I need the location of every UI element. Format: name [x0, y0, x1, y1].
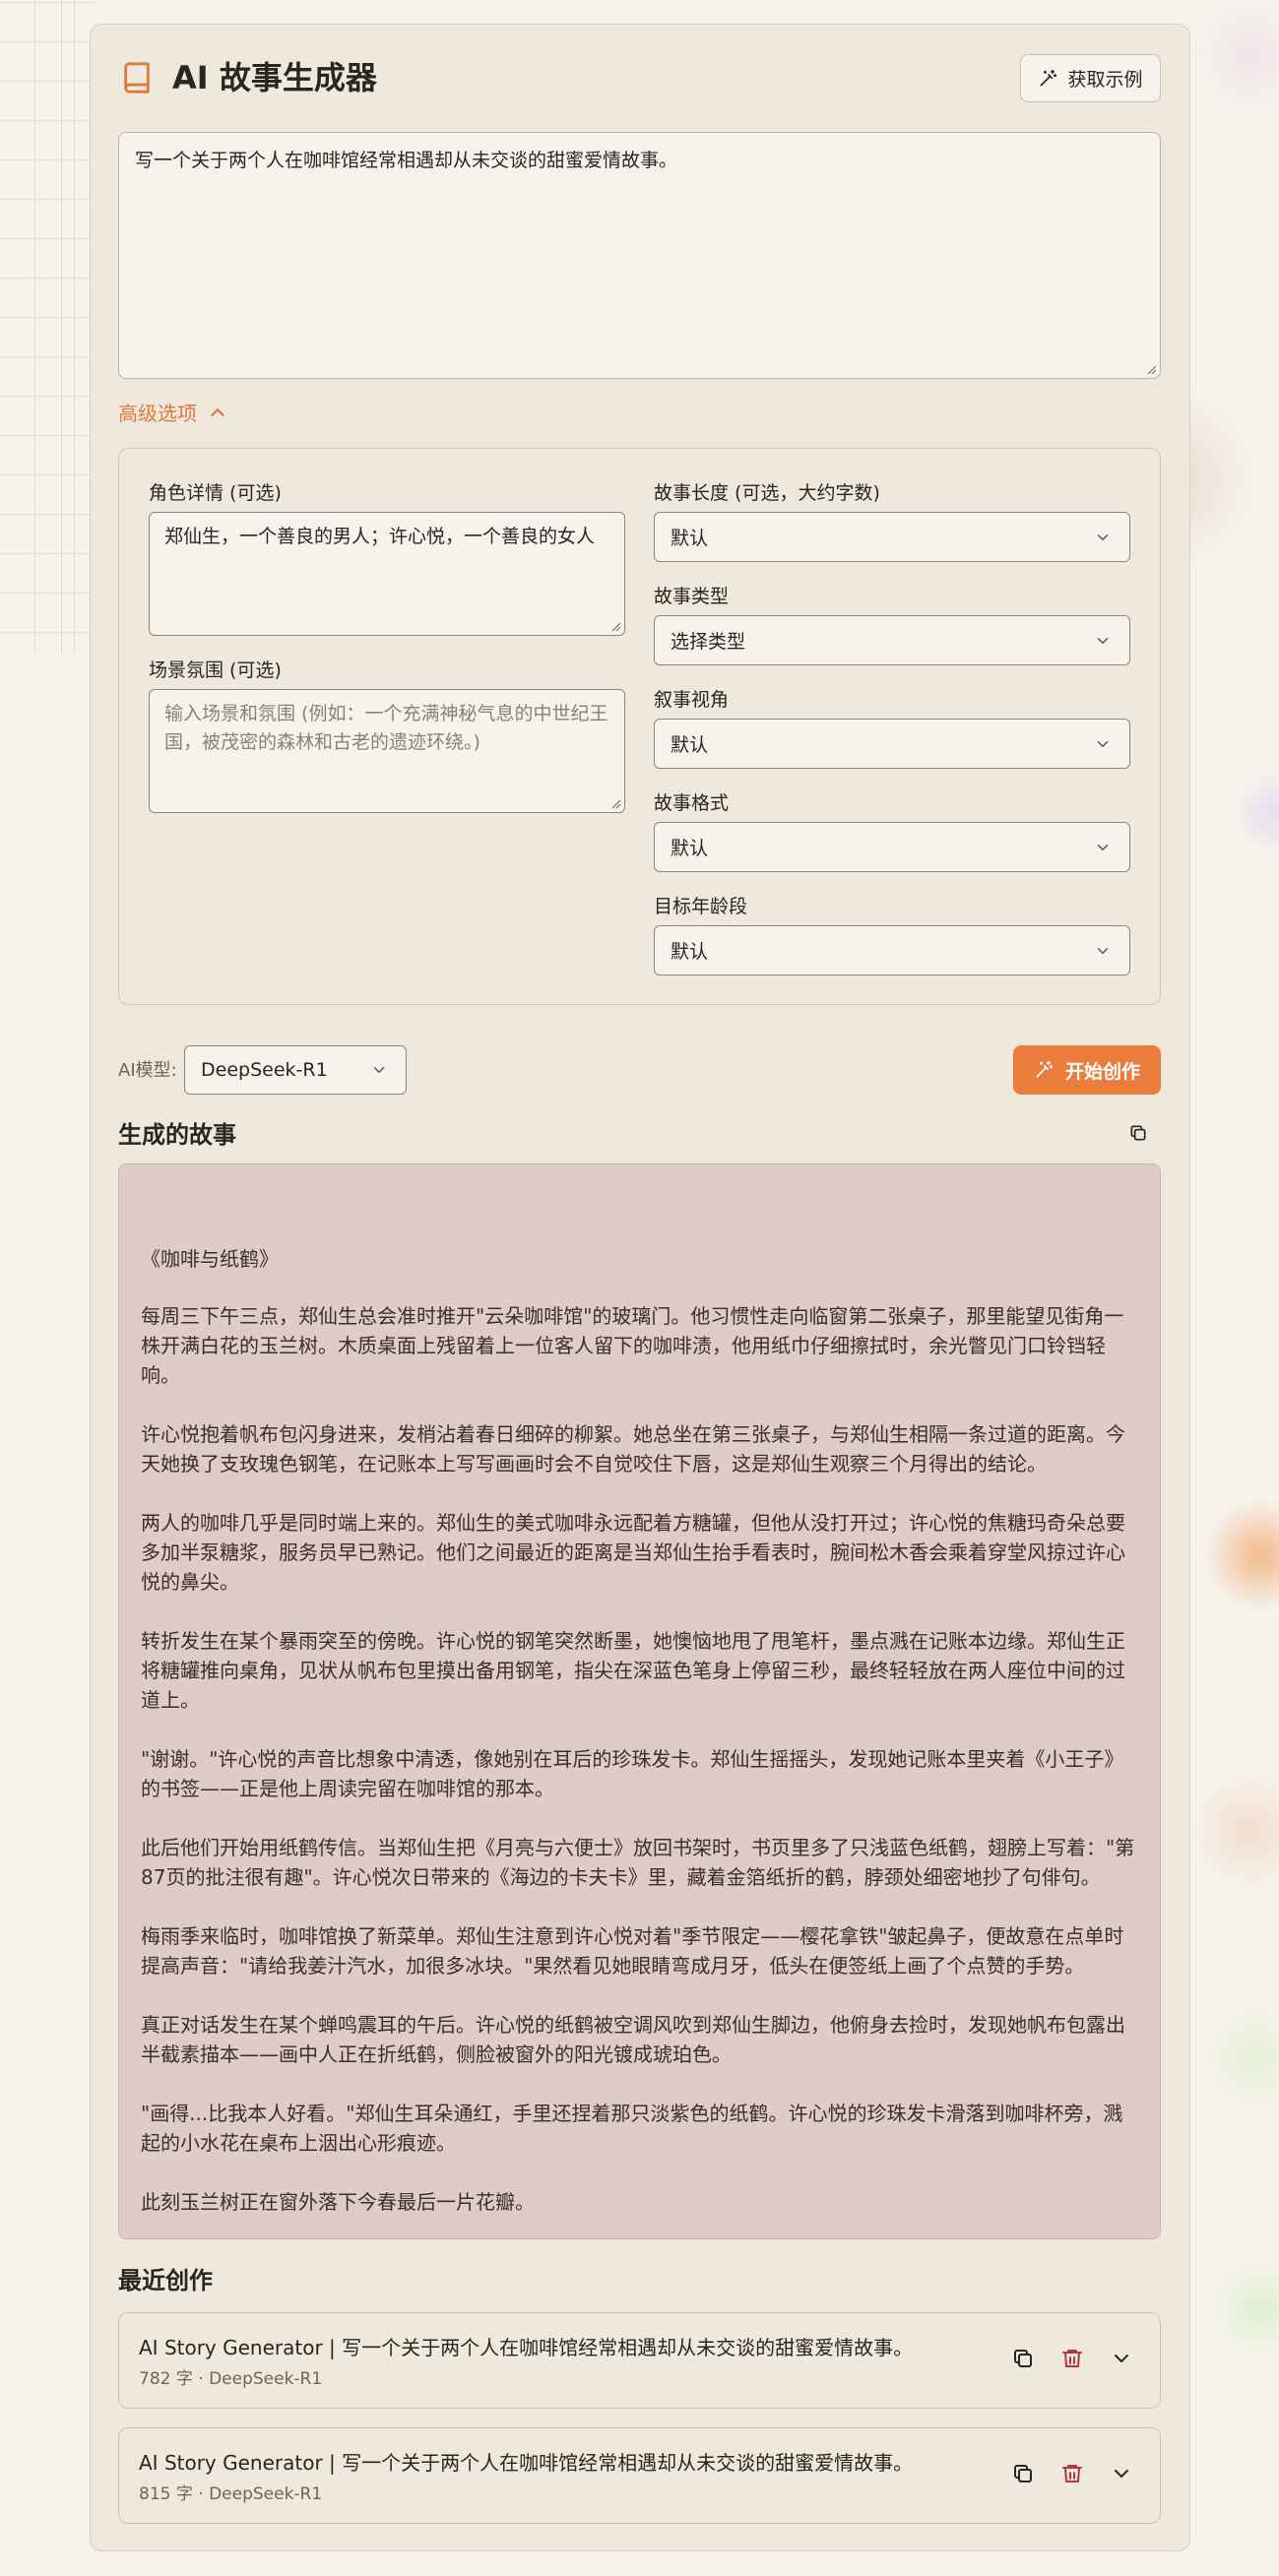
resize-handle-icon[interactable]	[609, 620, 621, 632]
story-paragraph: 许心悦抱着帆布包闪身进来，发梢沾着春日细碎的柳絮。她总坐在第三张桌子，与郑仙生相…	[141, 1422, 1125, 1476]
setting-input[interactable]: 输入场景和氛围 (例如：一个充满神秘气息的中世纪王国，被茂密的森林和古老的遗迹环…	[149, 689, 625, 813]
age-select[interactable]: 默认	[654, 925, 1130, 975]
copy-icon[interactable]	[1011, 2347, 1035, 2370]
magic-wand-icon	[1040, 69, 1057, 86]
chevron-down-icon[interactable]	[1110, 2347, 1133, 2370]
recent-item-title: AI Story Generator | 写一个关于两个人在咖啡馆经常相遇却从未…	[139, 2451, 914, 2475]
story-paragraph: 梅雨季来临时，咖啡馆换了新菜单。郑仙生注意到许心悦对着"季节限定——樱花拿铁"皱…	[141, 1924, 1124, 1978]
grid-background	[0, 0, 94, 655]
recent-item[interactable]: AI Story Generator | 写一个关于两个人在咖啡馆经常相遇却从未…	[118, 2312, 1161, 2409]
characters-label: 角色详情 (可选)	[149, 482, 282, 504]
model-value: DeepSeek-R1	[201, 1059, 328, 1081]
decor-blob	[1191, 0, 1279, 108]
chevron-down-icon[interactable]	[1110, 2462, 1133, 2485]
story-paragraph: "画得...比我本人好看。"郑仙生耳朵通红，手里还捏着那只淡紫色的纸鹤。许心悦的…	[141, 2102, 1123, 2155]
book-icon	[124, 62, 150, 94]
format-select[interactable]: 默认	[654, 822, 1130, 872]
characters-text: 郑仙生，一个善良的男人；许心悦，一个善良的女人	[164, 526, 596, 547]
chevron-down-icon	[1097, 947, 1109, 954]
generate-label: 开始创作	[1064, 1060, 1140, 1083]
page-title: AI 故事生成器	[172, 59, 377, 96]
decor-blob	[1196, 1762, 1279, 1900]
story-prompt-input[interactable]: 写一个关于两个人在咖啡馆经常相遇却从未交谈的甜蜜爱情故事。	[118, 132, 1161, 379]
setting-label: 场景氛围 (可选)	[149, 660, 282, 681]
length-value: 默认	[671, 528, 709, 549]
story-title: 《咖啡与纸鹤》	[141, 1247, 279, 1271]
story-paragraph: 两人的咖啡几乎是同时端上来的。郑仙生的美式咖啡永远配着方糖罐，但他从没打开过；许…	[141, 1511, 1125, 1594]
chevron-down-icon	[1097, 637, 1109, 644]
chevron-down-icon	[1097, 534, 1109, 540]
decor-blob	[1236, 768, 1279, 856]
age-value: 默认	[671, 941, 709, 963]
decor-blob	[1211, 2254, 1279, 2362]
story-paragraph: 转折发生在某个暴雨突至的傍晚。许心悦的钢笔突然断墨，她懊恼地甩了甩笔杆，墨点溅在…	[141, 1629, 1125, 1712]
story-paragraph: 真正对话发生在某个蝉鸣震耳的午后。许心悦的纸鹤被空调风吹到郑仙生脚边，他俯身去捡…	[141, 2013, 1125, 2066]
magic-wand-icon	[1036, 1060, 1054, 1078]
format-label: 故事格式	[654, 792, 730, 814]
trash-icon[interactable]	[1060, 2462, 1084, 2485]
genre-select[interactable]: 选择类型	[654, 615, 1130, 665]
recent-item-meta: 782 字 · DeepSeek-R1	[139, 2369, 323, 2389]
copy-icon[interactable]	[1128, 1123, 1148, 1143]
model-label: AI模型:	[118, 1060, 177, 1081]
length-select[interactable]: 默认	[654, 512, 1130, 562]
advanced-options-label: 高级选项	[118, 402, 197, 425]
recent-item-meta: 815 字 · DeepSeek-R1	[139, 2484, 323, 2504]
genre-label: 故事类型	[654, 586, 730, 607]
pov-select[interactable]: 默认	[654, 719, 1130, 769]
age-label: 目标年龄段	[654, 896, 748, 917]
get-example-label: 获取示例	[1067, 69, 1143, 91]
story-paragraph: 此刻玉兰树正在窗外落下今春最后一片花瓣。	[141, 2190, 535, 2214]
trash-icon[interactable]	[1060, 2347, 1084, 2370]
story-output: 《咖啡与纸鹤》 每周三下午三点，郑仙生总会准时推开"云朵咖啡馆"的玻璃门。他习惯…	[118, 1163, 1161, 2239]
characters-input[interactable]: 郑仙生，一个善良的男人；许心悦，一个善良的女人	[149, 512, 625, 636]
decor-blob	[1206, 1496, 1279, 1614]
decor-blob	[1206, 1998, 1279, 2116]
resize-handle-icon[interactable]	[609, 797, 621, 809]
copy-icon[interactable]	[1011, 2462, 1035, 2485]
get-example-button[interactable]: 获取示例	[1020, 54, 1161, 102]
story-paragraph: 每周三下午三点，郑仙生总会准时推开"云朵咖啡馆"的玻璃门。他习惯性走向临窗第二张…	[141, 1304, 1124, 1387]
generate-button[interactable]: 开始创作	[1013, 1045, 1161, 1095]
pov-value: 默认	[671, 734, 709, 756]
generated-story-heading: 生成的故事	[118, 1121, 236, 1149]
chevron-down-icon	[373, 1067, 385, 1073]
genre-value: 选择类型	[671, 631, 746, 653]
setting-placeholder: 输入场景和氛围 (例如：一个充满神秘气息的中世纪王国，被茂密的森林和古老的遗迹环…	[164, 703, 608, 753]
story-prompt-text: 写一个关于两个人在咖啡馆经常相遇却从未交谈的甜蜜爱情故事。	[135, 150, 678, 171]
chevron-down-icon	[1097, 740, 1109, 747]
recent-item[interactable]: AI Story Generator | 写一个关于两个人在咖啡馆经常相遇却从未…	[118, 2427, 1161, 2524]
recent-heading: 最近创作	[118, 2267, 213, 2294]
length-label: 故事长度 (可选，大约字数)	[654, 482, 880, 504]
resize-handle-icon[interactable]	[1145, 363, 1157, 375]
model-select[interactable]: DeepSeek-R1	[184, 1045, 407, 1095]
pov-label: 叙事视角	[654, 689, 730, 711]
story-paragraph: "谢谢。"许心悦的声音比想象中清透，像她别在耳后的珍珠发卡。郑仙生摇摇头，发现她…	[141, 1747, 1124, 1800]
chevron-up-icon	[211, 408, 224, 416]
recent-item-title: AI Story Generator | 写一个关于两个人在咖啡馆经常相遇却从未…	[139, 2336, 914, 2359]
format-value: 默认	[671, 838, 709, 859]
chevron-down-icon	[1097, 844, 1109, 850]
advanced-options-toggle[interactable]: 高级选项	[118, 398, 228, 426]
story-paragraph: 此后他们开始用纸鹤传信。当郑仙生把《月亮与六便士》放回书架时，书页里多了只浅蓝色…	[141, 1836, 1135, 1889]
